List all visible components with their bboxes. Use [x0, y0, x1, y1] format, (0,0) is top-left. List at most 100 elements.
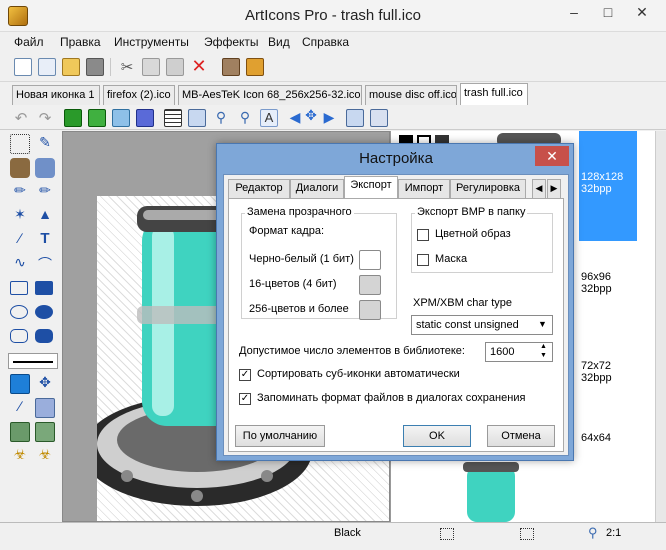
export-page: Замена прозрачного Формат кадра: Черно-б…: [228, 198, 564, 452]
vertical-scrollbar[interactable]: [655, 131, 666, 522]
picker-icon[interactable]: ✏: [10, 182, 30, 202]
cancel-button[interactable]: Отмена: [487, 425, 555, 447]
group-icon[interactable]: [10, 422, 30, 442]
rectangle-icon[interactable]: [10, 281, 28, 295]
cube-icon[interactable]: [112, 109, 130, 127]
ok-button[interactable]: OK: [403, 425, 471, 447]
format-size: 64x64: [581, 432, 611, 444]
eraser-alt-icon[interactable]: [35, 158, 55, 178]
menu-effects[interactable]: Эффекты: [204, 35, 259, 49]
line-icon[interactable]: ∕: [10, 230, 30, 250]
bmp-group: [411, 213, 553, 273]
doc-tab[interactable]: MB-AesTeK Icon 68_256x256-32.ico: [178, 85, 362, 105]
tab-adjust[interactable]: Регулировка: [450, 179, 526, 198]
menu-help[interactable]: Справка: [302, 35, 349, 49]
new-library-icon[interactable]: [38, 58, 56, 76]
cut-icon[interactable]: ✂: [118, 58, 136, 76]
format-item[interactable]: 64x64: [581, 432, 641, 444]
round-rect-icon[interactable]: [10, 329, 28, 343]
menu-view[interactable]: Вид: [268, 35, 290, 49]
xpm-select[interactable]: static const unsigned ▼: [411, 315, 553, 335]
format-size: 128x128: [581, 171, 624, 183]
filled-rect-icon[interactable]: [35, 281, 53, 295]
spin-down-icon[interactable]: ▼: [540, 352, 547, 359]
select-region-icon[interactable]: [136, 109, 154, 127]
menu-file[interactable]: Файл: [14, 35, 44, 49]
dots-icon[interactable]: ✥: [35, 374, 55, 394]
zoom-out-icon[interactable]: ⚲: [236, 109, 254, 127]
doc-tab[interactable]: mouse disc off.ico: [365, 85, 457, 105]
rotate-icon[interactable]: [370, 109, 388, 127]
format-thumbnail-small: [463, 462, 519, 522]
save-icon[interactable]: [86, 58, 104, 76]
texture-icon[interactable]: [35, 398, 55, 418]
doc-tab[interactable]: Новая иконка 1: [12, 85, 100, 105]
doc-tab[interactable]: firefox (2).ico: [103, 85, 175, 105]
text-tool-icon[interactable]: A: [260, 109, 278, 127]
bw-color-button[interactable]: [359, 250, 381, 270]
remember-format-checkbox[interactable]: ✓: [239, 393, 251, 405]
thin-line-icon[interactable]: ∕: [10, 398, 30, 418]
copy-icon[interactable]: [142, 58, 160, 76]
brush-icon[interactable]: ✏: [35, 182, 55, 202]
new-file-icon[interactable]: [14, 58, 32, 76]
maximize-icon[interactable]: □: [592, 0, 624, 24]
format-item-selected[interactable]: 128x128 32bpp: [579, 131, 637, 241]
format-item[interactable]: 96x96 32bpp: [581, 271, 641, 295]
lock-icon[interactable]: ☣: [10, 446, 30, 466]
close-icon[interactable]: ✕: [626, 0, 658, 24]
move-icon[interactable]: ✥: [302, 107, 320, 125]
doc-tab-active[interactable]: trash full.ico: [460, 83, 528, 105]
pencil-icon[interactable]: ✎: [35, 134, 55, 154]
format-item[interactable]: 72x72 32bpp: [581, 360, 641, 384]
tab-dialogs[interactable]: Диалоги: [290, 179, 344, 198]
fill-bucket-icon[interactable]: ▲: [35, 206, 55, 226]
layer-front-icon[interactable]: [64, 109, 82, 127]
tab-scroll-right-icon[interactable]: ▶: [547, 179, 561, 198]
open-folder-icon[interactable]: [62, 58, 80, 76]
library-limit-spinner[interactable]: 1600 ▲ ▼: [485, 342, 553, 362]
eraser-icon[interactable]: [10, 158, 30, 178]
extract-icon[interactable]: [222, 58, 240, 76]
spray-icon[interactable]: ✶: [10, 206, 30, 226]
tab-editor[interactable]: Редактор: [228, 179, 290, 198]
dialog-close-icon[interactable]: ✕: [535, 146, 569, 166]
filled-ellipse-icon[interactable]: [35, 305, 53, 319]
zoom-in-icon[interactable]: ⚲: [212, 109, 230, 127]
undo-icon[interactable]: ↶: [12, 109, 30, 127]
redo-icon[interactable]: ↷: [36, 109, 54, 127]
bmp-mask-checkbox[interactable]: [417, 254, 429, 266]
tab-scroll-left-icon[interactable]: ◀: [532, 179, 546, 198]
defaults-button[interactable]: По умолчанию: [235, 425, 325, 447]
book-icon[interactable]: [246, 58, 264, 76]
menu-edit[interactable]: Правка: [60, 35, 101, 49]
rect-select-icon[interactable]: [10, 134, 30, 154]
selection-size-icon: [440, 528, 454, 540]
ellipse-icon[interactable]: [10, 305, 28, 319]
minimize-icon[interactable]: –: [558, 0, 590, 24]
curve-icon[interactable]: ∿: [10, 254, 30, 274]
bmp-color-checkbox[interactable]: [417, 229, 429, 241]
menu-tools[interactable]: Инструменты: [114, 35, 189, 49]
unlock-icon[interactable]: ☣: [35, 446, 55, 466]
layer-back-icon[interactable]: [88, 109, 106, 127]
ungroup-icon[interactable]: [35, 422, 55, 442]
16color-color-button[interactable]: [359, 275, 381, 295]
tab-import[interactable]: Импорт: [398, 179, 450, 198]
filled-round-rect-icon[interactable]: [35, 329, 53, 343]
flip-icon[interactable]: [346, 109, 364, 127]
paste-icon[interactable]: [166, 58, 184, 76]
256color-color-button[interactable]: [359, 300, 381, 320]
pixel-grid-icon[interactable]: [188, 109, 206, 127]
grid-icon[interactable]: [164, 109, 182, 127]
fill-mode-icon[interactable]: [10, 374, 30, 394]
delete-icon[interactable]: ✕: [190, 56, 208, 76]
arc-icon[interactable]: ⌒: [35, 254, 55, 274]
line-width-selector[interactable]: [8, 353, 58, 369]
arrow-right-icon[interactable]: ▶: [320, 109, 338, 127]
zoom-icon: ⚲: [588, 525, 598, 540]
spin-up-icon[interactable]: ▲: [540, 343, 547, 350]
sort-icons-checkbox[interactable]: ✓: [239, 369, 251, 381]
text-icon[interactable]: T: [35, 230, 55, 250]
tab-export[interactable]: Экспорт: [344, 176, 398, 199]
